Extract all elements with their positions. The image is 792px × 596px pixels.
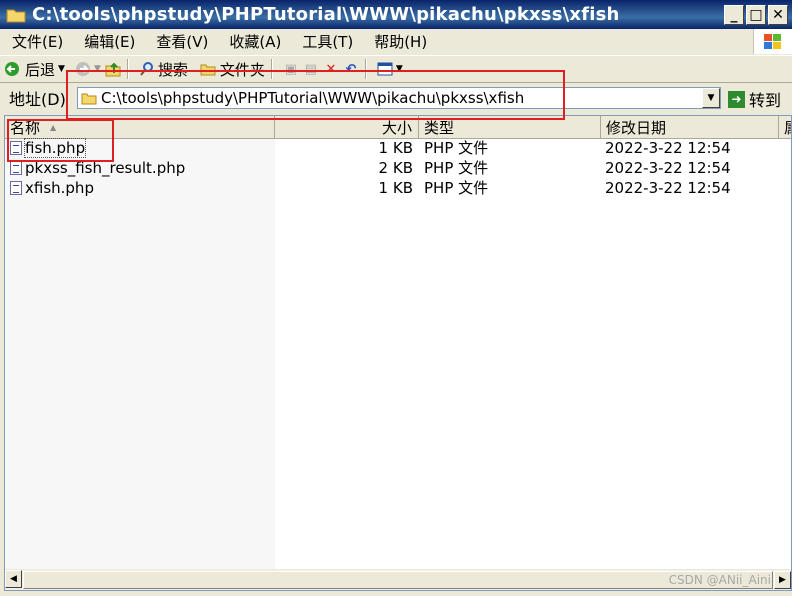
list-item[interactable]: xfish.php 1 KB PHP 文件 2022-3-22 12:54 (5, 178, 785, 198)
menu-favorites[interactable]: 收藏(A) (217, 31, 290, 52)
file-modified: 2022-3-22 12:54 (605, 179, 731, 197)
menu-bar: 文件(E) 编辑(E) 查看(V) 收藏(A) 工具(T) 帮助(H) (0, 29, 792, 54)
close-button[interactable]: ✕ (768, 4, 788, 25)
php-file-icon (10, 161, 22, 175)
scroll-thumb[interactable] (23, 571, 773, 589)
file-size: 1 KB (378, 179, 413, 197)
horizontal-scrollbar[interactable]: ◀ ▶ CSDN @ANii_Aini (5, 569, 791, 590)
watermark: CSDN @ANii_Aini (668, 573, 771, 587)
menu-view[interactable]: 查看(V) (144, 31, 217, 52)
column-header-modified[interactable]: 修改日期 (601, 116, 779, 138)
back-dropdown-icon[interactable]: ▼ (58, 64, 65, 74)
back-arrow-icon (4, 61, 20, 77)
file-name: xfish.php (25, 179, 94, 197)
address-dropdown-icon[interactable]: ▼ (702, 88, 720, 108)
php-file-icon (10, 181, 22, 195)
list-item[interactable]: fish.php 1 KB PHP 文件 2022-3-22 12:54 (5, 138, 785, 158)
file-modified: 2022-3-22 12:54 (605, 159, 731, 177)
file-type: PHP 文件 (424, 159, 489, 177)
back-label: 后退 (25, 60, 56, 79)
windows-logo-icon (753, 29, 792, 54)
folder-icon (6, 7, 26, 23)
file-size: 1 KB (378, 139, 413, 157)
file-highlight-box (7, 119, 114, 162)
go-arrow-icon: ➜ (728, 90, 745, 108)
window-title: C:\tools\phpstudy\PHPTutorial\WWW\pikach… (32, 4, 620, 25)
list-item[interactable]: pkxss_fish_result.php 2 KB PHP 文件 2022-3… (5, 158, 785, 178)
menu-file[interactable]: 文件(E) (0, 31, 72, 52)
title-bar[interactable]: C:\tools\phpstudy\PHPTutorial\WWW\pikach… (0, 0, 792, 29)
file-type: PHP 文件 (424, 139, 489, 157)
maximize-button[interactable]: □ (746, 4, 766, 25)
go-label: 转到 (749, 91, 782, 110)
menu-edit[interactable]: 编辑(E) (72, 31, 144, 52)
menu-tools[interactable]: 工具(T) (290, 31, 362, 52)
scroll-right-icon[interactable]: ▶ (774, 571, 791, 589)
go-button[interactable]: ➜ 转到 (728, 87, 781, 111)
menu-help[interactable]: 帮助(H) (362, 31, 436, 52)
address-highlight-box (66, 70, 565, 120)
file-size: 2 KB (378, 159, 413, 177)
address-label: 地址(D) (9, 90, 66, 109)
file-type: PHP 文件 (424, 179, 489, 197)
scroll-left-icon[interactable]: ◀ (5, 570, 22, 588)
column-header-attributes[interactable]: 属 (779, 116, 791, 138)
name-column-shading (5, 138, 275, 570)
back-button[interactable]: 后退 ▼ (4, 59, 65, 80)
minimize-button[interactable]: _ (724, 4, 744, 25)
file-list-view[interactable]: 名称 ▲ 大小 类型 修改日期 属 fish.php 1 KB PHP 文件 2… (4, 115, 792, 591)
file-modified: 2022-3-22 12:54 (605, 139, 731, 157)
